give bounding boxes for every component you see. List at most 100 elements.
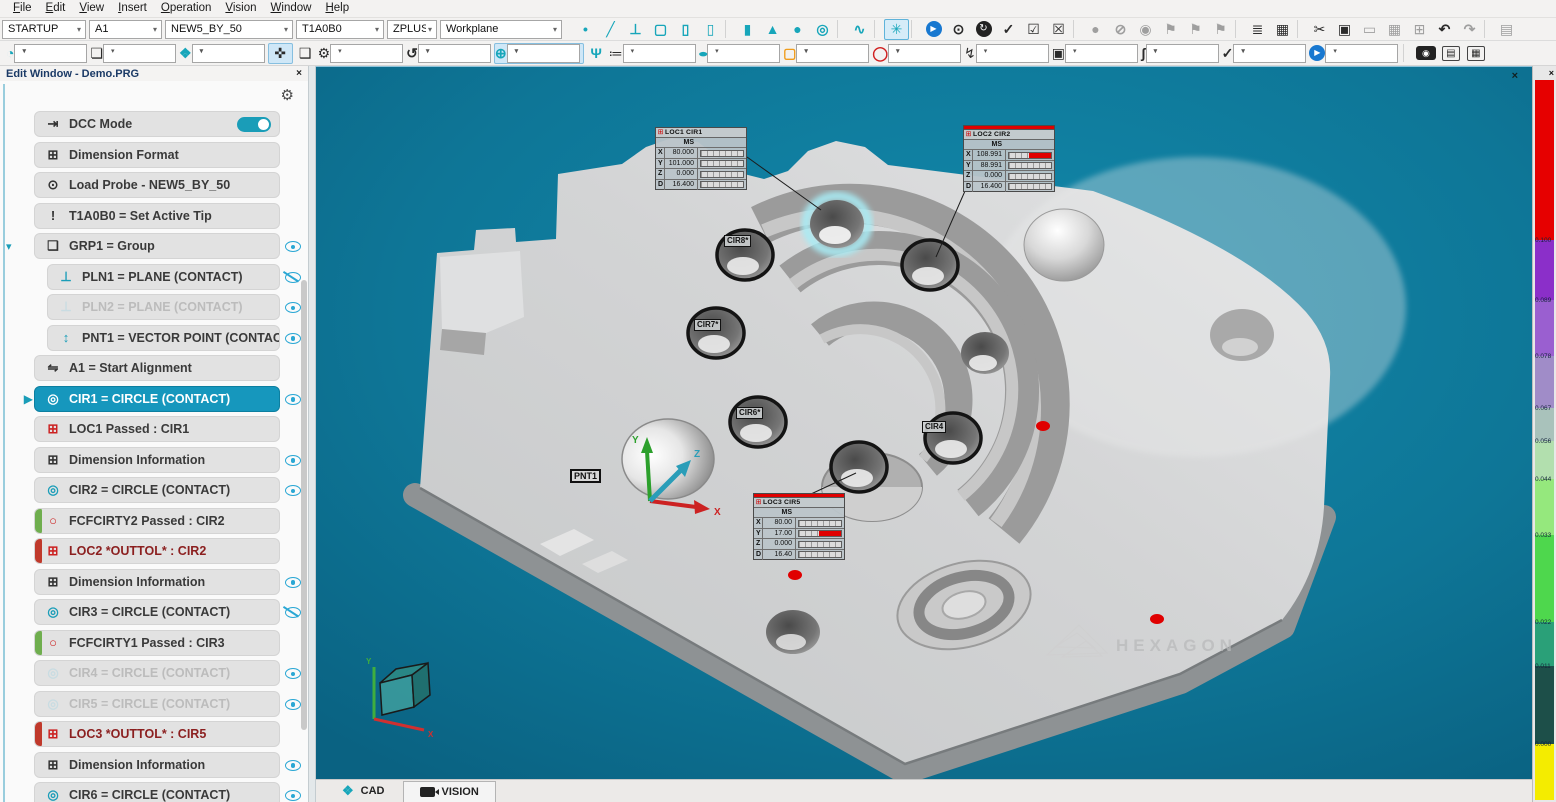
pattern-icon[interactable]: ▦ <box>1382 19 1407 40</box>
comment-icon[interactable]: ❑ <box>293 43 318 64</box>
window-gage-icon[interactable]: ▢ <box>783 43 872 64</box>
report-skip-icon[interactable]: ☒ <box>1046 19 1071 40</box>
circle-feature-icon[interactable]: ◎ CIR2 = CIRCLE (CONTACT) <box>34 477 280 503</box>
menu-item[interactable]: File <box>6 0 39 17</box>
line-icon[interactable]: ╱ <box>598 19 623 40</box>
toolbar-dropdown[interactable]: A1 <box>89 20 162 39</box>
undo-icon[interactable]: ↶ <box>1432 19 1457 40</box>
probe-mode-icon[interactable]: ⊕ <box>494 43 584 64</box>
scale-close-icon[interactable]: × <box>1549 68 1554 78</box>
menu-item[interactable]: Window <box>264 0 319 17</box>
circle-feature-icon[interactable]: ◎ CIR1 = CIRCLE (CONTACT) <box>34 386 280 412</box>
surface-mode-icon[interactable]: ● <box>699 43 783 64</box>
location-dimension-icon[interactable]: ⊞ LOC2 *OUTTOL* : CIR2 <box>34 538 280 564</box>
resume-icon[interactable]: ◉ <box>1133 19 1158 40</box>
menu-item[interactable]: Vision <box>218 0 263 17</box>
menu-item[interactable]: Insert <box>111 0 154 17</box>
cylinder-icon[interactable]: ▮ <box>735 19 760 40</box>
view-orientation-icon[interactable]: ◔ <box>6 43 90 64</box>
bookmark-clear-icon[interactable]: ⚑ <box>1208 19 1233 40</box>
visibility-eye-icon[interactable] <box>280 111 308 137</box>
cad-viewport[interactable]: HEXAGON Y X Z <box>316 66 1532 779</box>
visibility-eye-icon[interactable] <box>280 142 308 168</box>
probe-icon[interactable]: Ψ <box>584 43 609 64</box>
bookmark-icon[interactable]: ⚑ <box>1158 19 1183 40</box>
dcc-mode-icon[interactable]: ⇥ DCC Mode <box>34 111 280 137</box>
square-slot-icon[interactable]: ▯ <box>698 19 723 40</box>
circle-gage-icon[interactable]: ◯ <box>872 43 964 64</box>
circle-feature-icon[interactable]: ◎ CIR6 = CIRCLE (CONTACT) <box>34 782 280 802</box>
report-list-icon[interactable]: ≣ <box>1245 19 1270 40</box>
cut-icon[interactable]: ✂ <box>1307 19 1332 40</box>
pan-icon[interactable]: ✜ <box>268 43 293 64</box>
vector-point-icon[interactable]: ↕ PNT1 = VECTOR POINT (CONTAC <box>47 325 280 351</box>
circularity-icon[interactable]: ○ FCFCIRTY2 Passed : CIR2 <box>34 508 280 534</box>
bookmark-add-icon[interactable]: ⚑ <box>1183 19 1208 40</box>
execute-mini-icon[interactable]: ▶ <box>1309 43 1401 64</box>
dimension-label-loc3[interactable]: LOC3 CIR5 MS X80.00Y17.00Z0.000D16.40 <box>753 493 845 560</box>
shaded-view-icon[interactable]: ❖ <box>179 43 268 64</box>
visibility-eye-icon[interactable] <box>280 782 308 802</box>
cone-icon[interactable]: ▲ <box>760 19 785 40</box>
tab-cad[interactable]: ❖ CAD <box>326 780 401 802</box>
plane-feature-icon[interactable]: ⊥ PLN2 = PLANE (CONTACT) <box>47 294 280 320</box>
panel-divider[interactable] <box>308 66 316 802</box>
curve-icon[interactable]: ∿ <box>847 19 872 40</box>
location-dimension-icon[interactable]: ⊞ LOC1 Passed : CIR1 <box>34 416 280 442</box>
menu-item[interactable]: Operation <box>154 0 219 17</box>
rotate-icon[interactable]: ↺ <box>406 43 494 64</box>
circle-feature-icon[interactable]: ◎ CIR4 = CIRCLE (CONTACT) <box>34 660 280 686</box>
feature-tag[interactable]: PNT1 <box>570 469 601 483</box>
round-slot-icon[interactable]: ▯ <box>673 19 698 40</box>
feature-list-icon[interactable]: ≔ <box>609 43 699 64</box>
visibility-eye-icon[interactable] <box>280 752 308 778</box>
sphere-icon[interactable]: ● <box>785 19 810 40</box>
dimension-info-icon[interactable]: ⊞ Dimension Information <box>34 752 280 778</box>
dimension-info-icon[interactable]: ⊞ Dimension Information <box>34 447 280 473</box>
wireframe-view-icon[interactable]: ❏ <box>90 43 179 64</box>
circle-icon[interactable]: ▢ <box>648 19 673 40</box>
menu-item[interactable]: Edit <box>39 0 73 17</box>
visibility-eye-icon[interactable] <box>280 172 308 198</box>
active-tip-icon[interactable]: ! T1A0B0 = Set Active Tip <box>34 203 280 229</box>
location-dimension-icon[interactable]: ⊞ LOC3 *OUTTOL* : CIR5 <box>34 721 280 747</box>
visibility-eye-icon[interactable] <box>280 203 308 229</box>
gear-icon[interactable]: ⚙ <box>281 86 294 104</box>
dimension-label-loc2[interactable]: LOC2 CIR2 MS X108.991Y88.991Z0.000D16.40… <box>963 125 1055 192</box>
toolbar-dropdown[interactable]: T1A0B0 <box>296 20 384 39</box>
print-icon[interactable]: ▤ <box>1494 19 1519 40</box>
menu-item[interactable]: Help <box>318 0 356 17</box>
close-icon[interactable]: × <box>296 68 302 79</box>
tab-vision[interactable]: VISION <box>403 781 496 802</box>
auto-feature-icon[interactable]: ✳ <box>884 19 909 40</box>
panel-scrollbar[interactable] <box>301 280 307 730</box>
toolbar-dropdown[interactable]: ZPLUS <box>387 20 437 39</box>
row-marker-icon[interactable] <box>0 392 34 406</box>
paste-icon[interactable]: ▭ <box>1357 19 1382 40</box>
feature-tag[interactable]: CIR7* <box>694 319 721 331</box>
feature-tag[interactable]: CIR4 <box>922 421 946 433</box>
confirm-icon[interactable]: ✓ <box>1222 43 1310 64</box>
toolbar-dropdown[interactable]: Workplane <box>440 20 562 39</box>
copy-feature-icon[interactable]: ▣ <box>1052 43 1141 64</box>
redo-icon[interactable]: ↷ <box>1457 19 1482 40</box>
plane-feature-icon[interactable]: ⊥ PLN1 = PLANE (CONTACT) <box>47 264 280 290</box>
menu-item[interactable]: View <box>72 0 111 17</box>
point-icon[interactable]: • <box>573 19 598 40</box>
path-icon[interactable]: ʃ <box>1141 43 1222 64</box>
cancel-icon[interactable]: ⊘ <box>1108 19 1133 40</box>
copy-icon[interactable]: ▣ <box>1332 19 1357 40</box>
plane-icon[interactable]: ⊥ <box>623 19 648 40</box>
quick-measure-icon[interactable]: ↯ <box>964 43 1052 64</box>
circle-feature-icon[interactable]: ◎ CIR3 = CIRCLE (CONTACT) <box>34 599 280 625</box>
report-window-icon[interactable]: ▤ <box>1438 43 1463 64</box>
toolbar-dropdown[interactable]: NEW5_BY_50 <box>165 20 293 39</box>
accept-icon[interactable]: ✓ <box>996 19 1021 40</box>
chart-window-icon[interactable]: ▦ <box>1463 43 1488 64</box>
visibility-eye-icon[interactable] <box>280 233 308 259</box>
dimension-format-icon[interactable]: ⊞ Dimension Format <box>34 142 280 168</box>
circle-feature-icon[interactable]: ◎ CIR5 = CIRCLE (CONTACT) <box>34 691 280 717</box>
stop-icon[interactable]: ● <box>1083 19 1108 40</box>
camera-icon[interactable]: ◉ <box>1413 43 1438 64</box>
retake-hits-icon[interactable]: ↻ <box>971 19 996 40</box>
